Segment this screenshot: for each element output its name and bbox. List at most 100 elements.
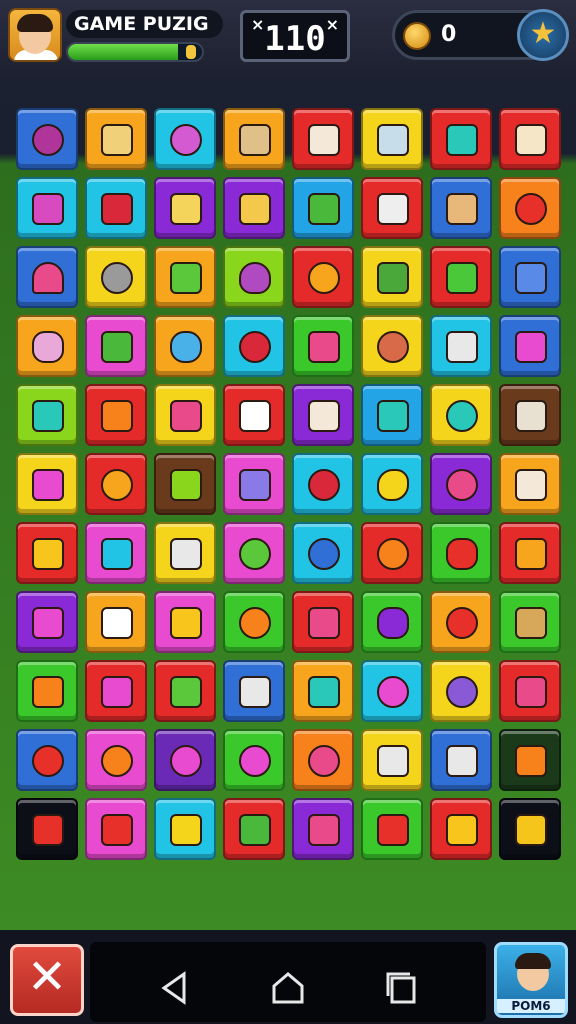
tile-carrot[interactable]	[85, 384, 147, 446]
tile-spiral[interactable]	[85, 246, 147, 308]
tile-cup[interactable]	[85, 522, 147, 584]
back-triangle-icon[interactable]	[154, 968, 194, 1008]
tile-dice[interactable]	[223, 384, 285, 446]
tile-flower[interactable]	[85, 177, 147, 239]
tile-phone[interactable]	[223, 660, 285, 722]
tile-face[interactable]	[292, 453, 354, 515]
tile-hat[interactable]	[85, 591, 147, 653]
tile-jar[interactable]	[16, 177, 78, 239]
tile-bottle[interactable]	[223, 177, 285, 239]
tile-cherry[interactable]	[223, 315, 285, 377]
tile-stick[interactable]	[16, 660, 78, 722]
tile-bread[interactable]	[16, 522, 78, 584]
tile-ring[interactable]	[16, 729, 78, 791]
tile-apple[interactable]	[430, 591, 492, 653]
tile-face[interactable]	[223, 729, 285, 791]
player-avatar[interactable]	[8, 8, 62, 62]
tile-leaf[interactable]	[292, 177, 354, 239]
tile-gold[interactable]	[499, 798, 561, 860]
tile-leaf[interactable]	[223, 798, 285, 860]
tile-bowl[interactable]	[499, 384, 561, 446]
tile-lamp[interactable]	[154, 522, 216, 584]
tile-arch[interactable]	[499, 108, 561, 170]
tile-orange[interactable]	[292, 246, 354, 308]
tile-stick[interactable]	[16, 591, 78, 653]
tile-jar[interactable]	[16, 453, 78, 515]
tile-face[interactable]	[223, 591, 285, 653]
coin-icon	[403, 22, 431, 50]
tile-bowl[interactable]	[223, 108, 285, 170]
tile-box[interactable]	[154, 591, 216, 653]
tile-umbrella[interactable]	[16, 246, 78, 308]
tile-snail[interactable]	[292, 729, 354, 791]
tile-cup[interactable]	[85, 108, 147, 170]
tile-grapes[interactable]	[361, 591, 423, 653]
tile-bottle[interactable]	[154, 453, 216, 515]
tile-donut[interactable]	[361, 660, 423, 722]
tile-tool[interactable]	[499, 591, 561, 653]
tile-rocket[interactable]	[16, 798, 78, 860]
tile-drum[interactable]	[154, 384, 216, 446]
donut-icon	[377, 676, 409, 708]
tile-candy[interactable]	[154, 108, 216, 170]
close-x-icon[interactable]: ✕	[10, 944, 84, 1016]
tile-radio[interactable]	[430, 315, 492, 377]
tile-box[interactable]	[292, 591, 354, 653]
tile-cactus[interactable]	[430, 246, 492, 308]
tile-fish[interactable]	[154, 798, 216, 860]
tile-onion[interactable]	[223, 246, 285, 308]
tile-box[interactable]	[361, 177, 423, 239]
tile-star[interactable]	[85, 798, 147, 860]
tile-sun[interactable]	[85, 453, 147, 515]
tile-blob[interactable]	[154, 315, 216, 377]
tile-pan[interactable]	[430, 177, 492, 239]
tile-pot[interactable]	[85, 660, 147, 722]
tile-plum[interactable]	[16, 108, 78, 170]
tile-tag[interactable]	[499, 522, 561, 584]
tile-frame[interactable]	[292, 384, 354, 446]
frame-icon	[308, 400, 340, 432]
tile-can[interactable]	[16, 384, 78, 446]
tile-vase[interactable]	[361, 384, 423, 446]
tile-hammer[interactable]	[499, 729, 561, 791]
coin-counter[interactable]: 0 ★	[392, 9, 569, 61]
tile-spiral[interactable]	[85, 729, 147, 791]
tile-pepper[interactable]	[292, 315, 354, 377]
tile-bean[interactable]	[361, 453, 423, 515]
tile-grapes[interactable]	[16, 315, 78, 377]
profile-button[interactable]: POM6	[494, 942, 568, 1018]
tile-stick[interactable]	[154, 246, 216, 308]
tile-face[interactable]	[361, 315, 423, 377]
tile-cone[interactable]	[430, 798, 492, 860]
tile-card[interactable]	[499, 660, 561, 722]
tile-beet[interactable]	[430, 453, 492, 515]
tile-pencil[interactable]	[223, 453, 285, 515]
tile-candy[interactable]	[154, 729, 216, 791]
tile-ring[interactable]	[430, 384, 492, 446]
tile-frame[interactable]	[430, 729, 492, 791]
tile-jar[interactable]	[292, 660, 354, 722]
home-icon[interactable]	[268, 968, 308, 1008]
tile-bone[interactable]	[361, 729, 423, 791]
recents-icon[interactable]	[382, 968, 422, 1008]
tile-plane[interactable]	[499, 246, 561, 308]
tile-potion[interactable]	[85, 315, 147, 377]
tile-shell[interactable]	[430, 108, 492, 170]
tile-cake[interactable]	[499, 315, 561, 377]
tile-face[interactable]	[430, 660, 492, 722]
tile-tool[interactable]	[154, 177, 216, 239]
tile-swirl[interactable]	[499, 177, 561, 239]
tile-card[interactable]	[154, 660, 216, 722]
tile-sign[interactable]	[292, 108, 354, 170]
tile-pepper[interactable]	[361, 798, 423, 860]
tile-pickle[interactable]	[361, 246, 423, 308]
tile-mouth[interactable]	[430, 522, 492, 584]
tile-pot[interactable]	[361, 108, 423, 170]
star-icon[interactable]: ★	[517, 9, 569, 61]
tile-apple[interactable]	[223, 522, 285, 584]
tile-cake[interactable]	[292, 798, 354, 860]
tile-box[interactable]	[499, 453, 561, 515]
frame-icon	[446, 745, 478, 777]
tile-apple[interactable]	[361, 522, 423, 584]
tile-roll[interactable]	[292, 522, 354, 584]
